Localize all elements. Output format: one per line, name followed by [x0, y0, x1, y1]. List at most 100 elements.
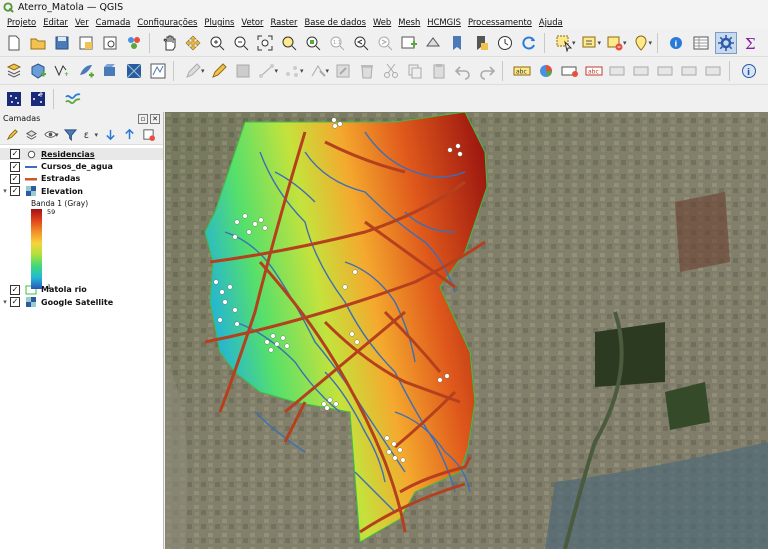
- layout-manager-button[interactable]: [100, 33, 120, 53]
- cut-features-button[interactable]: [381, 61, 401, 81]
- new-project-button[interactable]: [4, 33, 24, 53]
- open-project-button[interactable]: [28, 33, 48, 53]
- zoom-out-button[interactable]: [231, 33, 251, 53]
- temporal-controller-button[interactable]: [495, 33, 515, 53]
- globe-plugin-button[interactable]: i: [739, 61, 759, 81]
- delete-selected-button[interactable]: [357, 61, 377, 81]
- chevron-down-icon[interactable]: ▾: [649, 39, 653, 47]
- processing-toolbox-button[interactable]: [715, 31, 738, 54]
- chevron-down-icon[interactable]: ▾: [300, 67, 304, 75]
- open-layer-styling-button[interactable]: [5, 128, 19, 142]
- chevron-down-icon[interactable]: ▾: [275, 67, 279, 75]
- zoom-to-layer-button[interactable]: [303, 33, 323, 53]
- select-location-button[interactable]: [631, 33, 651, 53]
- add-group-button[interactable]: [24, 128, 38, 142]
- new-temporary-layer-button[interactable]: [100, 61, 120, 81]
- zoom-full-button[interactable]: [255, 33, 275, 53]
- chevron-down-icon[interactable]: ▾: [95, 131, 99, 139]
- new-3d-map-view-button[interactable]: [423, 33, 443, 53]
- show-hide-labels-button[interactable]: [680, 61, 700, 81]
- close-panel-button[interactable]: ✕: [150, 113, 160, 124]
- menu-configuracoes[interactable]: Configurações: [137, 17, 197, 27]
- pan-tool-button[interactable]: [159, 33, 179, 53]
- select-features-button[interactable]: [554, 33, 574, 53]
- menu-vetor[interactable]: Vetor: [241, 17, 263, 27]
- new-bookmark-button[interactable]: [447, 33, 467, 53]
- redo-button[interactable]: [477, 61, 497, 81]
- current-edits-button[interactable]: [183, 61, 203, 81]
- refresh-button[interactable]: [519, 33, 539, 53]
- menu-plugins[interactable]: Plugins: [204, 17, 234, 27]
- modify-attributes-button[interactable]: [333, 61, 353, 81]
- expand-all-button[interactable]: [103, 128, 117, 142]
- menu-ver[interactable]: Ver: [75, 17, 89, 27]
- diagram-options-button[interactable]: [536, 61, 556, 81]
- add-vector-layer-button[interactable]: [148, 61, 168, 81]
- add-point-feature-button[interactable]: [282, 61, 302, 81]
- select-by-value-button[interactable]: [580, 33, 600, 53]
- deselect-features-button[interactable]: [605, 33, 625, 53]
- quickmapservices-button[interactable]: [4, 89, 24, 109]
- chevron-down-icon[interactable]: ▾: [326, 67, 330, 75]
- highlight-pinned-labels-button[interactable]: abc: [584, 61, 604, 81]
- zoom-next-button[interactable]: [375, 33, 395, 53]
- menu-base-de-dados[interactable]: Base de dados: [305, 17, 366, 27]
- rotate-label-button[interactable]: [632, 61, 652, 81]
- menu-web[interactable]: Web: [373, 17, 391, 27]
- pan-to-selection-button[interactable]: [183, 33, 203, 53]
- collapse-all-button[interactable]: [122, 128, 136, 142]
- layer-visibility-checkbox[interactable]: ✓: [10, 186, 20, 197]
- save-project-button[interactable]: [52, 33, 72, 53]
- save-layer-edits-button[interactable]: [233, 61, 253, 81]
- new-shapefile-layer-button[interactable]: +: [52, 61, 72, 81]
- menu-ajuda[interactable]: Ajuda: [539, 17, 563, 27]
- chevron-down-icon[interactable]: ▾: [201, 67, 205, 75]
- chevron-down-icon[interactable]: ▾: [572, 39, 576, 47]
- layer-item-residencias[interactable]: ✓ Residencias: [0, 148, 163, 161]
- identify-features-button[interactable]: i: [667, 33, 687, 53]
- new-geopackage-layer-button[interactable]: [28, 61, 48, 81]
- openlayers-plugin-button[interactable]: [28, 89, 48, 109]
- zoom-to-selection-button[interactable]: [279, 33, 299, 53]
- show-bookmarks-button[interactable]: [471, 33, 491, 53]
- menu-projeto[interactable]: Projeto: [7, 17, 36, 27]
- data-source-manager-button[interactable]: [4, 61, 24, 81]
- layer-item-estradas[interactable]: ✓ Estradas: [0, 173, 163, 185]
- add-raster-layer-button[interactable]: [124, 61, 144, 81]
- menu-camada[interactable]: Camada: [96, 17, 131, 27]
- label-properties-button[interactable]: [704, 61, 724, 81]
- toggle-editing-button[interactable]: [209, 61, 229, 81]
- vertex-tool-button[interactable]: [308, 61, 328, 81]
- layer-visibility-checkbox[interactable]: ✓: [10, 149, 20, 160]
- zoom-in-button[interactable]: [207, 33, 227, 53]
- new-spatialite-layer-button[interactable]: [76, 61, 96, 81]
- new-print-layout-button[interactable]: [76, 33, 96, 53]
- layer-item-matola-rio[interactable]: ✓ Matola rio: [0, 284, 163, 296]
- remove-layer-button[interactable]: [141, 128, 155, 142]
- chevron-down-icon[interactable]: ▾: [55, 131, 59, 139]
- statistical-summary-button[interactable]: Σ: [741, 33, 761, 53]
- new-map-view-button[interactable]: [399, 33, 419, 53]
- zoom-native-button[interactable]: 1:1: [327, 33, 347, 53]
- collapse-arrow-icon[interactable]: ▾: [0, 187, 10, 195]
- undo-button[interactable]: [453, 61, 473, 81]
- menu-processamento[interactable]: Processamento: [468, 17, 532, 27]
- pin-labels-button[interactable]: [560, 61, 580, 81]
- style-manager-button[interactable]: [124, 33, 144, 53]
- menu-raster[interactable]: Raster: [270, 17, 297, 27]
- menu-mesh[interactable]: Mesh: [398, 17, 420, 27]
- move-label-button[interactable]: [608, 61, 628, 81]
- profile-tool-button[interactable]: [63, 89, 83, 109]
- zoom-last-button[interactable]: [351, 33, 371, 53]
- map-canvas[interactable]: [165, 112, 768, 549]
- layer-visibility-checkbox[interactable]: ✓: [10, 297, 20, 308]
- menu-editar[interactable]: Editar: [43, 17, 68, 27]
- chevron-down-icon[interactable]: ▾: [623, 39, 627, 47]
- layer-visibility-checkbox[interactable]: ✓: [10, 161, 20, 172]
- float-panel-button[interactable]: ▫: [138, 113, 148, 124]
- layer-item-cursos-de-agua[interactable]: ✓ Cursos_de_agua: [0, 160, 163, 172]
- change-label-button[interactable]: [656, 61, 676, 81]
- attribute-table-button[interactable]: [691, 33, 711, 53]
- layer-item-google-satellite[interactable]: ▾ ✓ Google Satellite: [0, 296, 163, 308]
- menu-hcmgis[interactable]: HCMGIS: [427, 17, 461, 27]
